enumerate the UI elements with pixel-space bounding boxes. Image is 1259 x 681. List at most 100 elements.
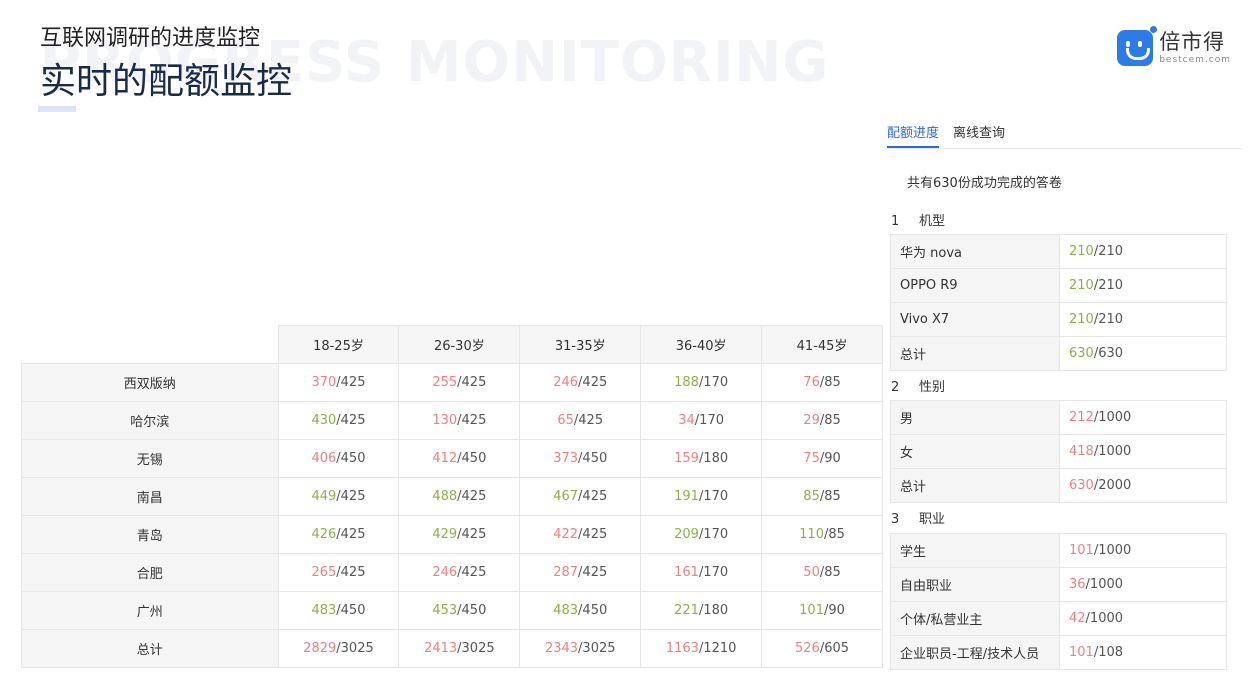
table-row: OPPO R9 210/210 xyxy=(890,268,1227,303)
quota-target-value: /170 xyxy=(694,413,724,428)
stat-value: 36/1000 xyxy=(1059,567,1227,602)
section-number: 1 xyxy=(891,214,900,229)
quota-cell: 422/425 xyxy=(519,515,642,554)
stat-target-value: /210 xyxy=(1093,312,1124,327)
stat-done-value: 101 xyxy=(1069,543,1094,558)
table-row: 合肥 265/425 246/425 287/425 161/170 50/85 xyxy=(21,553,883,592)
quota-cell: 370/425 xyxy=(277,363,400,402)
stat-done-value: 210 xyxy=(1069,244,1094,259)
stat-value: 418/1000 xyxy=(1059,434,1227,469)
quota-target-value: /425 xyxy=(336,527,366,542)
row-city-label: 西双版纳 xyxy=(21,363,279,402)
tab-offline-query[interactable]: 离线查询 xyxy=(953,122,1005,148)
quota-target-value: /170 xyxy=(698,527,729,542)
stat-label: 总计 xyxy=(890,336,1060,371)
quota-done-value: 255 xyxy=(432,375,458,390)
quota-done-value: 246 xyxy=(432,565,458,580)
quota-cell: 453/450 xyxy=(398,591,521,630)
quota-cell: 191/170 xyxy=(640,477,763,516)
quota-done-value: 265 xyxy=(311,565,337,580)
quota-target-value: /3025 xyxy=(336,641,374,656)
stat-label: 自由职业 xyxy=(890,567,1060,602)
quota-cell: 526/605 xyxy=(761,629,883,668)
quota-cell: 159/180 xyxy=(640,439,763,478)
column-header: 36-40岁 xyxy=(640,325,763,364)
row-city-label: 合肥 xyxy=(21,553,279,592)
quota-done-value: 221 xyxy=(674,603,699,618)
stat-value: 210/210 xyxy=(1059,234,1227,269)
table-row: 总计 630/2000 xyxy=(890,468,1227,503)
table-row: Vivo X7 210/210 xyxy=(890,302,1227,337)
quota-done-value: 50 xyxy=(803,565,820,580)
quota-target-value: /85 xyxy=(819,375,841,390)
section-number: 3 xyxy=(891,512,900,527)
quota-done-value: 130 xyxy=(432,413,458,428)
stat-value: 101/108 xyxy=(1059,635,1227,670)
stat-label: 女 xyxy=(890,434,1060,469)
table-row: 总计 2829/3025 2413/3025 2343/3025 1163/1210 52… xyxy=(21,629,883,668)
stat-done-value: 630 xyxy=(1069,346,1094,361)
table-row: 企业职员-工程/技术人员 101/108 xyxy=(890,635,1227,670)
stat-label: 个体/私营业主 xyxy=(890,601,1060,636)
table-row: 广州 483/450 453/450 483/450 221/180 101/90 xyxy=(21,591,883,630)
quota-cell: 110/85 xyxy=(761,515,883,554)
quota-cell: 483/450 xyxy=(277,591,400,630)
quota-done-value: 161 xyxy=(674,565,699,580)
stat-done-value: 630 xyxy=(1069,478,1094,493)
quota-done-value: 449 xyxy=(311,489,337,504)
quota-target-value: /425 xyxy=(336,375,366,390)
quota-cell: 246/425 xyxy=(519,363,642,402)
quota-target-value: /425 xyxy=(336,489,366,504)
stat-value: 210/210 xyxy=(1059,302,1227,337)
column-header: 31-35岁 xyxy=(519,325,642,364)
quota-done-value: 406 xyxy=(311,451,337,466)
stat-value: 212/1000 xyxy=(1059,400,1227,435)
stat-target-value: /1000 xyxy=(1093,410,1132,425)
quota-cell: 406/450 xyxy=(277,439,400,478)
quota-cell: 75/90 xyxy=(761,439,883,478)
table-row: 个体/私营业主 42/1000 xyxy=(890,601,1227,636)
quota-target-value: /1210 xyxy=(698,641,737,656)
row-city-label: 总计 xyxy=(21,629,279,668)
stat-label: OPPO R9 xyxy=(890,268,1060,303)
column-header: 18-25岁 xyxy=(277,325,400,364)
completion-summary: 共有630份成功完成的答卷 xyxy=(907,176,1062,191)
stat-done-value: 212 xyxy=(1069,410,1094,425)
quota-cell: 2829/3025 xyxy=(277,629,400,668)
quota-done-value: 29 xyxy=(803,413,820,428)
stat-target-value: /1000 xyxy=(1093,444,1132,459)
stat-target-value: /108 xyxy=(1093,645,1124,660)
quota-cell: 373/450 xyxy=(519,439,642,478)
table-row: 无锡 406/450 412/450 373/450 159/180 75/90 xyxy=(21,439,883,478)
stat-label: 男 xyxy=(890,400,1060,435)
quota-cell: 76/85 xyxy=(761,363,883,402)
quota-done-value: 430 xyxy=(311,413,337,428)
quota-cell: 161/170 xyxy=(640,553,763,592)
table-row: 女 418/1000 xyxy=(890,434,1227,469)
brand-logo: 倍市得 bestcem.com xyxy=(1117,26,1231,66)
quota-cell: 255/425 xyxy=(398,363,521,402)
row-city-label: 南昌 xyxy=(21,477,279,516)
quota-done-value: 370 xyxy=(311,375,337,390)
quota-cell: 246/425 xyxy=(398,553,521,592)
quota-target-value: /425 xyxy=(578,565,608,580)
quota-target-value: /170 xyxy=(698,565,729,580)
row-city-label: 青岛 xyxy=(21,515,279,554)
stat-done-value: 210 xyxy=(1069,312,1094,327)
tab-quota-progress[interactable]: 配额进度 xyxy=(887,122,940,148)
quota-stat-table: 华为 nova 210/210 OPPO R9 210/210 Vivo X7 210/2… xyxy=(890,234,1227,371)
quota-done-value: 422 xyxy=(553,527,579,542)
quota-done-value: 526 xyxy=(795,641,820,656)
quota-target-value: /180 xyxy=(698,603,729,618)
quota-done-value: 76 xyxy=(803,375,820,390)
quota-target-value: /450 xyxy=(336,603,366,618)
quota-target-value: /605 xyxy=(819,641,850,656)
quota-cell: 265/425 xyxy=(277,553,400,592)
section-label: 机型 xyxy=(919,214,946,229)
quota-stat-table: 学生 101/1000 自由职业 36/1000 个体/私营业主 42/1000 企业职员-… xyxy=(890,533,1227,670)
section-label: 职业 xyxy=(919,512,946,527)
quota-target-value: /85 xyxy=(819,413,841,428)
column-header: 26-30岁 xyxy=(398,325,521,364)
table-row: 学生 101/1000 xyxy=(890,533,1227,568)
stat-done-value: 42 xyxy=(1069,611,1086,626)
